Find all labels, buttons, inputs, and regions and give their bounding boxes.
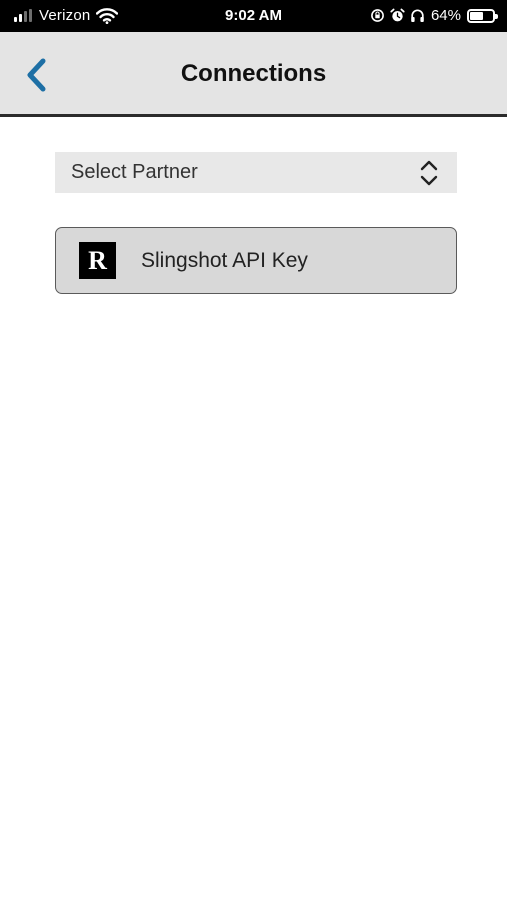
- page-title: Connections: [180, 60, 327, 87]
- navigation-bar: Connections: [0, 32, 507, 117]
- battery-icon: [467, 8, 498, 23]
- screen: Verizon 9:02 AM 64% Connections Select P…: [0, 0, 507, 900]
- battery-percent: 64%: [430, 7, 461, 24]
- headphones-icon: [411, 9, 424, 22]
- partner-label: Slingshot API Key: [141, 249, 308, 272]
- orientation-lock-icon: [371, 9, 384, 22]
- chevron-up-down-icon: [420, 160, 438, 186]
- status-bar: Verizon 9:02 AM 64%: [0, 0, 507, 32]
- battery-fill: [470, 11, 483, 20]
- battery-nub: [495, 13, 498, 19]
- slingshot-api-key-button[interactable]: R Slingshot API Key: [55, 227, 457, 294]
- status-right: 64%: [370, 7, 498, 24]
- select-partner-dropdown[interactable]: Select Partner: [55, 152, 457, 193]
- select-partner-label: Select Partner: [71, 161, 198, 183]
- alarm-icon: [390, 8, 405, 22]
- partner-logo: R: [79, 242, 116, 279]
